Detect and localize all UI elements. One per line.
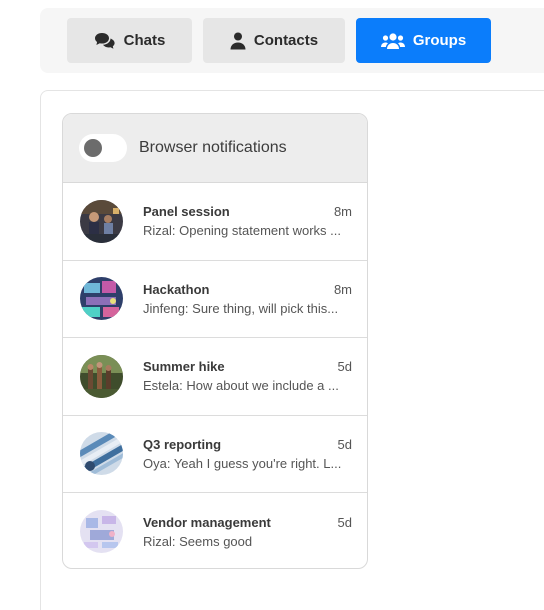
groups-icon bbox=[380, 32, 405, 49]
group-name: Q3 reporting bbox=[143, 436, 222, 452]
tab-contacts[interactable]: Contacts bbox=[203, 18, 345, 63]
group-name: Panel session bbox=[143, 204, 230, 220]
list-item[interactable]: Q3 reporting 5d Oya: Yeah I guess you're… bbox=[63, 416, 367, 493]
group-time: 5d bbox=[337, 359, 352, 375]
list-item[interactable]: Vendor management 5d Rizal: Seems good bbox=[63, 493, 367, 568]
group-time: 8m bbox=[333, 281, 352, 297]
group-name: Summer hike bbox=[143, 359, 225, 375]
tab-chats[interactable]: Chats bbox=[67, 18, 192, 63]
group-name: Vendor management bbox=[143, 514, 271, 530]
notifications-row: Browser notifications bbox=[63, 114, 367, 183]
group-time: 5d bbox=[337, 514, 352, 530]
list-item[interactable]: Hackathon 8m Jinfeng: Sure thing, will p… bbox=[63, 261, 367, 338]
group-last-message: Jinfeng: Sure thing, will pick this... bbox=[143, 300, 339, 316]
contact-icon bbox=[230, 32, 246, 49]
group-name: Hackathon bbox=[143, 281, 210, 297]
group-time: 5d bbox=[337, 436, 352, 452]
group-time: 8m bbox=[333, 204, 352, 220]
notifications-label: Browser notifications bbox=[139, 139, 287, 156]
list-item[interactable]: Panel session 8m Rizal: Opening statemen… bbox=[63, 183, 367, 261]
tab-chats-label: Chats bbox=[123, 32, 166, 49]
tab-groups[interactable]: Groups bbox=[356, 18, 491, 63]
avatar bbox=[80, 510, 123, 554]
chats-icon bbox=[94, 32, 115, 49]
avatar bbox=[80, 277, 123, 321]
group-last-message: Rizal: Seems good bbox=[143, 533, 253, 549]
avatar bbox=[80, 354, 123, 398]
avatar bbox=[80, 199, 123, 243]
groups-list: Browser notifications Panel session 8m R… bbox=[62, 113, 368, 569]
navigation-bar: Chats Contacts Groups bbox=[40, 8, 544, 73]
group-last-message: Oya: Yeah I guess you're right. L... bbox=[143, 455, 342, 471]
group-last-message: Estela: How about we include a ... bbox=[143, 378, 339, 394]
tab-contacts-label: Contacts bbox=[253, 32, 319, 49]
list-item[interactable]: Summer hike 5d Estela: How about we incl… bbox=[63, 338, 367, 416]
avatar bbox=[80, 432, 123, 476]
notifications-toggle[interactable] bbox=[79, 134, 127, 162]
tab-groups-label: Groups bbox=[412, 32, 467, 49]
group-last-message: Rizal: Opening statement works ... bbox=[143, 223, 341, 239]
toggle-knob bbox=[84, 139, 102, 157]
